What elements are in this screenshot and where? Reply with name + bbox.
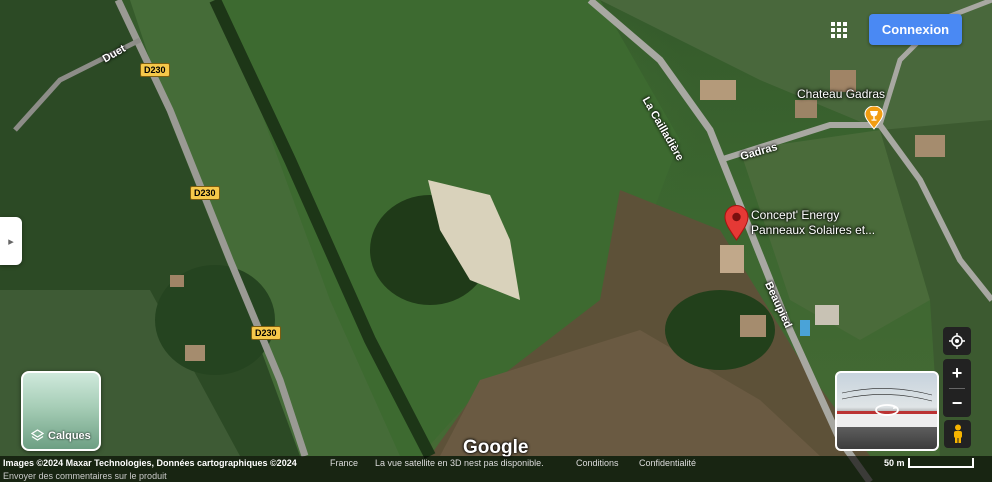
poi-label-chateau[interactable]: Chateau Gadras (797, 87, 885, 101)
zoom-controls: + − (943, 359, 971, 417)
location-pin-icon[interactable] (724, 205, 749, 241)
login-button[interactable]: Connexion (869, 14, 962, 45)
map-footer: Images ©2024 Maxar Technologies, Données… (0, 456, 992, 470)
feedback-link[interactable]: Envoyer des commentaires sur le produit (3, 470, 167, 482)
my-location-button[interactable] (943, 327, 971, 355)
chevron-right-icon: ▸ (8, 235, 14, 248)
crosshair-icon (949, 333, 965, 349)
attribution-text: Images ©2024 Maxar Technologies, Données… (3, 458, 297, 468)
layers-icon (31, 429, 44, 441)
rotate-360-icon (875, 404, 899, 416)
pegman-icon[interactable] (944, 420, 971, 448)
privacy-link[interactable]: Confidentialité (639, 456, 696, 470)
scale-bar[interactable] (908, 458, 974, 468)
scale-label[interactable]: 50 m (884, 456, 905, 470)
poi-name-line1: Concept' Energy (751, 208, 840, 222)
apps-grid-icon[interactable] (829, 20, 849, 40)
expand-side-panel-button[interactable]: ▸ (0, 217, 22, 265)
layers-label: Calques (31, 429, 91, 442)
zoom-out-button[interactable]: − (943, 389, 971, 417)
street-view-thumbnail[interactable] (835, 371, 939, 451)
poi-name-line2: Panneaux Solaires et... (751, 223, 876, 237)
feedback-bar: Envoyer des commentaires sur le produit (0, 470, 992, 482)
road-shield-d230: D230 (251, 326, 281, 340)
layers-text: Calques (48, 429, 91, 442)
terms-link[interactable]: Conditions (576, 456, 619, 470)
country-link[interactable]: France (330, 456, 358, 470)
poi-label-concept-energy[interactable]: Concept' Energy Panneaux Solaires et... (751, 208, 875, 238)
road-shield-d230: D230 (140, 63, 170, 77)
satellite-3d-notice: La vue satellite en 3D nest pas disponib… (375, 458, 544, 468)
layers-button[interactable]: Calques (21, 371, 101, 451)
road-shield-d230: D230 (190, 186, 220, 200)
zoom-in-button[interactable]: + (943, 359, 971, 387)
wine-glass-icon[interactable] (864, 105, 884, 130)
